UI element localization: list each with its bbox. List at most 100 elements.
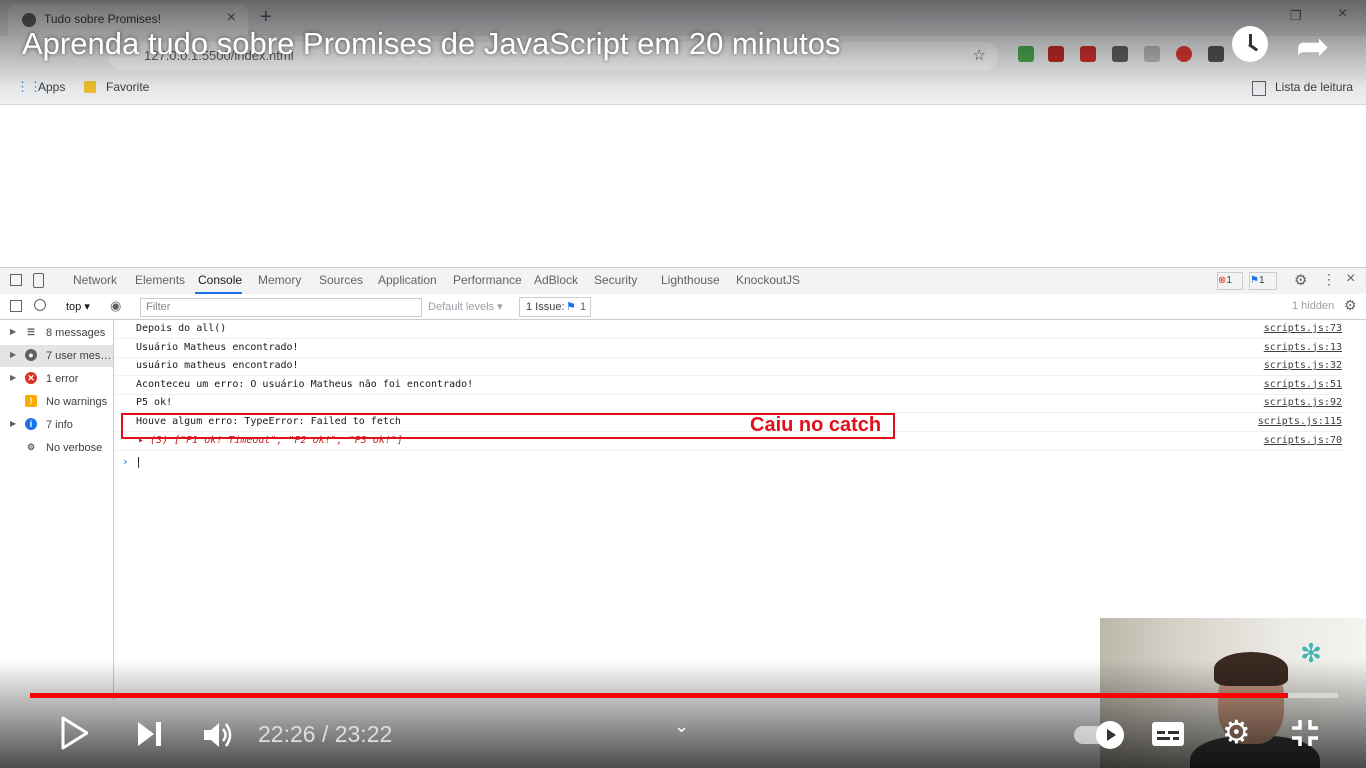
tab-sources[interactable]: Sources (319, 273, 363, 287)
console-log-row: Aconteceu um erro: O usuário Matheus não… (114, 376, 1344, 395)
play-icon[interactable] (60, 716, 89, 755)
sidebar-toggle-icon[interactable] (10, 300, 22, 312)
device-toolbar-icon[interactable] (33, 273, 44, 288)
next-icon[interactable] (136, 720, 164, 753)
issues-button[interactable]: 1 Issue: ⚑ 1 (519, 297, 591, 317)
log-source-link[interactable]: scripts.js:13 (1264, 342, 1342, 353)
progress-played (30, 693, 1289, 698)
sidebar-item-label: 8 messages (46, 327, 106, 339)
tab-elements[interactable]: Elements (135, 273, 185, 287)
console-log-row: Usuário Matheus encontrado! scripts.js:13 (114, 339, 1344, 358)
sidebar-item-warnings[interactable]: ! No warnings (0, 391, 113, 413)
sidebar-item-label: 1 error (46, 373, 79, 385)
filter-placeholder: Filter (146, 301, 171, 313)
info-icon: i (25, 418, 37, 430)
console-log-row: P5 ok! scripts.js:92 (114, 394, 1344, 414)
chevron-down-icon[interactable]: ⌄ (674, 716, 689, 737)
prompt-caret: › (122, 455, 129, 468)
error-counter[interactable]: ⊗1 (1217, 272, 1243, 290)
tab-knockoutjs[interactable]: KnockoutJS (736, 273, 800, 287)
sidebar-item-label: No verbose (46, 442, 103, 454)
bookmarks-bar (0, 74, 1366, 105)
vue-extension-icon[interactable] (1112, 46, 1128, 62)
settings-gear-icon[interactable]: ⚙ (1294, 271, 1307, 289)
log-levels-select[interactable]: Default levels ▾ (428, 300, 503, 313)
expand-arrow-icon[interactable]: ▶ (10, 350, 16, 359)
console-settings-icon[interactable]: ⚙ (1344, 297, 1357, 314)
pdf-extension-icon[interactable] (1048, 46, 1064, 62)
video-title[interactable]: Aprenda tudo sobre Promises de JavaScrip… (22, 26, 840, 62)
bookmark-favorite[interactable]: Favorite (106, 80, 149, 94)
sidebar-item-error[interactable]: ▶ ✕ 1 error (0, 368, 113, 390)
log-message: Depois do all() (136, 323, 227, 334)
opera-extension-icon[interactable] (1176, 46, 1192, 62)
more-options-icon[interactable]: ⋮ (1322, 271, 1336, 288)
log-message: Aconteceu um erro: O usuário Matheus não… (136, 378, 474, 390)
watch-later-clock-icon[interactable] (1232, 26, 1268, 62)
log-source-link[interactable]: scripts.js:115 (1258, 416, 1342, 427)
issues-count: 1 (580, 301, 587, 313)
sidebar-item-messages[interactable]: ▶ ☰ 8 messages (0, 322, 113, 344)
log-source-link[interactable]: scripts.js:73 (1264, 323, 1342, 334)
filter-input[interactable]: Filter (140, 298, 422, 317)
k-extension-icon[interactable] (1208, 46, 1224, 62)
issue-counter[interactable]: ⚑1 (1249, 272, 1277, 290)
tab-favicon-icon (22, 13, 36, 27)
annotation-caiu-no-catch: Caiu no catch (750, 414, 882, 436)
clear-console-icon[interactable] (34, 299, 46, 311)
tab-console[interactable]: Console (198, 273, 242, 287)
issue-count: 1 (1258, 275, 1265, 286)
sidebar-item-label: 7 user mess... (46, 350, 112, 362)
tab-adblock[interactable]: AdBlock (534, 273, 578, 287)
extension-icon[interactable] (1144, 46, 1160, 62)
tab-close-icon[interactable]: × (227, 9, 236, 27)
autoplay-toggle[interactable] (1074, 721, 1124, 749)
restore-icon[interactable]: ❐ (1290, 8, 1302, 24)
tab-performance[interactable]: Performance (453, 273, 522, 287)
reading-list[interactable]: Lista de leitura (1275, 80, 1353, 94)
subtitles-icon[interactable] (1152, 722, 1184, 746)
expand-arrow-icon[interactable]: ▶ (10, 373, 16, 382)
log-source-link[interactable]: scripts.js:70 (1264, 435, 1342, 446)
settings-gear-icon[interactable]: ⚙ (1222, 716, 1251, 748)
inspect-element-icon[interactable] (10, 274, 22, 286)
sidebar-item-usermess[interactable]: ▶ ● 7 user mess... (0, 345, 113, 367)
context-select[interactable]: top ▾ (66, 300, 90, 313)
sidebar-item-info[interactable]: ▶ i 7 info (0, 414, 113, 436)
share-arrow-icon[interactable]: ➦ (1296, 24, 1330, 70)
issue-flag-icon: ⚑ (1250, 275, 1259, 286)
tab-memory[interactable]: Memory (258, 273, 301, 287)
log-source-link[interactable]: scripts.js:92 (1264, 397, 1342, 408)
time-display: 22:26 / 23:22 (258, 721, 393, 747)
tab-lighthouse[interactable]: Lighthouse (661, 273, 720, 287)
cors-extension-icon[interactable] (1080, 46, 1096, 62)
console-prompt[interactable]: › | (122, 455, 142, 468)
verbose-icon: ⚙ (26, 442, 36, 452)
sidebar-item-verbose[interactable]: ⚙ No verbose (0, 437, 113, 459)
close-devtools-icon[interactable]: × (1346, 270, 1355, 288)
expand-arrow-icon[interactable]: ▶ (10, 327, 16, 336)
log-message: P5 ok! (136, 397, 173, 409)
volume-icon[interactable] (202, 720, 234, 755)
bookmark-star-icon[interactable]: ☆ (973, 46, 986, 64)
sidebar-item-label: No warnings (46, 396, 108, 408)
log-source-link[interactable]: scripts.js:51 (1264, 379, 1342, 390)
progress-bar[interactable] (30, 693, 1338, 698)
tab-application[interactable]: Application (378, 273, 437, 287)
issues-label: 1 Issue: (526, 301, 565, 313)
extension-icon[interactable] (1018, 46, 1034, 62)
error-count: 1 (1226, 275, 1232, 286)
expand-arrow-icon[interactable]: ▶ (10, 419, 16, 428)
bookmark-apps[interactable]: Apps (38, 80, 65, 94)
tab-security[interactable]: Security (594, 273, 637, 287)
log-source-link[interactable]: scripts.js:32 (1264, 360, 1342, 371)
folder-icon (84, 81, 96, 93)
issue-flag-icon: ⚑ (566, 301, 576, 313)
log-message: Usuário Matheus encontrado! (136, 341, 299, 353)
live-expression-eye-icon[interactable]: ◉ (110, 298, 121, 314)
exit-fullscreen-icon[interactable] (1290, 718, 1320, 753)
tab-network[interactable]: Network (73, 273, 117, 287)
list-icon: ☰ (26, 327, 36, 337)
window-close-icon[interactable]: × (1338, 5, 1347, 23)
log-message: usuário matheus encontrado! (136, 360, 299, 372)
